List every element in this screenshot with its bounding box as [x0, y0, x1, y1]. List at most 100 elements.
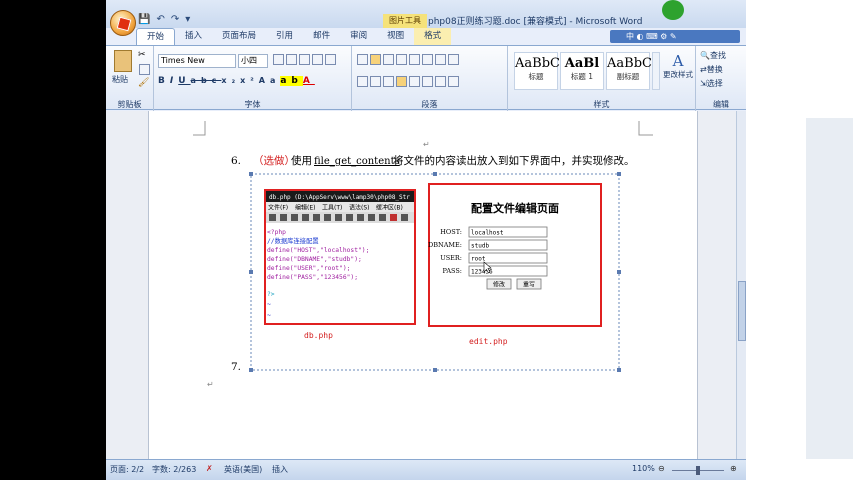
replace-button[interactable]: ⇄替换: [700, 64, 723, 75]
subscript-icon[interactable]: x₂: [221, 76, 240, 85]
handle-mr[interactable]: [617, 270, 621, 274]
style-subtitle-sample: AaBbC: [607, 56, 652, 71]
change-styles-label: 更改样式: [663, 70, 693, 79]
tab-home[interactable]: 开始: [136, 28, 176, 45]
superscript-icon[interactable]: x²: [240, 76, 259, 85]
zoom-in-icon[interactable]: ⊕: [730, 464, 737, 473]
strikethrough-icon[interactable]: abc: [191, 76, 222, 85]
select-button[interactable]: ⇲选择: [700, 78, 723, 89]
line-spacing-icon[interactable]: [422, 76, 433, 87]
italic-icon[interactable]: I: [170, 76, 178, 86]
font-name-select[interactable]: Times New Roman: [158, 54, 236, 68]
grow-font-icon[interactable]: [273, 54, 284, 65]
tab-page-layout[interactable]: 页面布局: [212, 28, 266, 45]
value-user: root: [471, 256, 486, 263]
tab-view[interactable]: 视图: [377, 28, 414, 45]
align-left-icon[interactable]: [357, 76, 368, 87]
editor-menu-buffer: 缓冲区(B): [376, 204, 403, 212]
handle-ml[interactable]: [249, 270, 253, 274]
style-title[interactable]: AaBbC 标题: [514, 52, 560, 90]
paste-button-label[interactable]: 粘贴: [112, 74, 128, 85]
tab-review[interactable]: 审阅: [340, 28, 377, 45]
editor-title: db.php (D:\AppServ\www\lamp30\php08_Str: [269, 194, 410, 201]
align-right-icon[interactable]: [383, 76, 394, 87]
clear-format-icon[interactable]: [299, 54, 310, 65]
bold-icon[interactable]: B: [158, 76, 170, 86]
change-case-icon[interactable]: Aa: [259, 76, 281, 85]
editor-tool-icon: [324, 214, 331, 221]
tab-format[interactable]: 格式: [414, 28, 452, 45]
status-words[interactable]: 字数: 2/263: [152, 464, 196, 475]
save-icon[interactable]: 💾: [138, 14, 150, 25]
status-zoom[interactable]: 110%: [632, 464, 655, 473]
distributed-icon[interactable]: [409, 76, 420, 87]
title-bar: 💾 ↶ ↷ ▾ 图片工具 php08正则练习题.doc [兼容模式] - Mic…: [106, 0, 746, 28]
bullets-icon[interactable]: [357, 54, 368, 65]
paragraph-tools-row2: [356, 76, 460, 88]
paragraph-mark: ↵: [423, 140, 430, 149]
handle-tm[interactable]: [433, 172, 437, 176]
editor-tool-icon: [280, 214, 287, 221]
show-marks-icon[interactable]: [448, 54, 459, 65]
ime-toolbar[interactable]: 中 ◐ ⌨ ⚙ ✎: [610, 30, 740, 43]
underline-icon[interactable]: U: [178, 76, 190, 86]
status-language[interactable]: 英语(美国): [224, 464, 262, 475]
document-page[interactable]: ↵ 6. （选做） 使用 file_get_contents 将文件的内容读出放…: [148, 111, 698, 459]
font-color-icon[interactable]: A: [303, 76, 315, 86]
find-button[interactable]: 🔍查找: [700, 50, 726, 61]
change-styles-button[interactable]: A 更改样式: [662, 52, 694, 79]
paste-icon[interactable]: [114, 50, 132, 72]
code-line-6: define("PASS","123456");: [267, 274, 358, 281]
field-label-pass: PASS:: [443, 267, 462, 275]
clipboard-group-label: 剪贴板: [117, 100, 142, 109]
styles-group-label: 样式: [593, 100, 610, 109]
office-button[interactable]: [110, 10, 136, 36]
proofing-icon[interactable]: ✗: [206, 464, 213, 473]
margin-marks: [193, 121, 653, 136]
shading-icon[interactable]: [435, 76, 446, 87]
style-subtitle[interactable]: AaBbC 副标题: [606, 52, 652, 90]
justify-icon[interactable]: [396, 76, 407, 87]
word-window: 💾 ↶ ↷ ▾ 图片工具 php08正则练习题.doc [兼容模式] - Mic…: [106, 0, 746, 480]
phonetic-icon[interactable]: [312, 54, 323, 65]
format-painter-icon[interactable]: 🖌: [138, 78, 149, 88]
status-mode[interactable]: 插入: [272, 464, 288, 475]
numbering-icon[interactable]: [370, 54, 381, 65]
decrease-indent-icon[interactable]: [396, 54, 407, 65]
chinese-layout-icon[interactable]: [422, 54, 433, 65]
cut-icon[interactable]: ✂: [138, 50, 146, 60]
handle-bl[interactable]: [249, 368, 253, 372]
handle-tr[interactable]: [617, 172, 621, 176]
status-page[interactable]: 页面: 2/2: [110, 464, 144, 475]
customize-qat-icon[interactable]: ▾: [185, 14, 190, 25]
copy-icon[interactable]: [139, 64, 150, 75]
borders-icon[interactable]: [448, 76, 459, 87]
vertical-scrollbar[interactable]: [736, 111, 746, 459]
vertical-scroll-thumb[interactable]: [738, 281, 746, 341]
align-center-icon[interactable]: [370, 76, 381, 87]
tab-references[interactable]: 引用: [266, 28, 303, 45]
handle-bm[interactable]: [433, 368, 437, 372]
side-gray-panel: [806, 118, 853, 459]
char-border-icon[interactable]: [325, 54, 336, 65]
multilevel-list-icon[interactable]: [383, 54, 394, 65]
increase-indent-icon[interactable]: [409, 54, 420, 65]
context-tab-label: 图片工具: [383, 14, 427, 28]
zoom-out-icon[interactable]: ⊖: [658, 464, 665, 473]
redo-icon[interactable]: ↷: [171, 14, 179, 25]
sort-icon[interactable]: [435, 54, 446, 65]
highlight-icon[interactable]: ab: [280, 76, 303, 86]
shrink-font-icon[interactable]: [286, 54, 297, 65]
zoom-slider-thumb[interactable]: [696, 466, 700, 475]
tab-insert[interactable]: 插入: [175, 28, 212, 45]
field-label-host: HOST:: [440, 228, 462, 236]
styles-scroll[interactable]: [652, 52, 660, 90]
tab-mailings[interactable]: 邮件: [303, 28, 340, 45]
handle-tl[interactable]: [249, 172, 253, 176]
undo-icon[interactable]: ↶: [156, 14, 164, 25]
font-size-select[interactable]: 小四: [238, 54, 268, 68]
document-area: ↵ 6. （选做） 使用 file_get_contents 将文件的内容读出放…: [106, 111, 746, 459]
paragraph-tools-row1: [356, 54, 460, 66]
handle-br[interactable]: [617, 368, 621, 372]
style-heading1[interactable]: AaBl 标题 1: [560, 52, 604, 90]
